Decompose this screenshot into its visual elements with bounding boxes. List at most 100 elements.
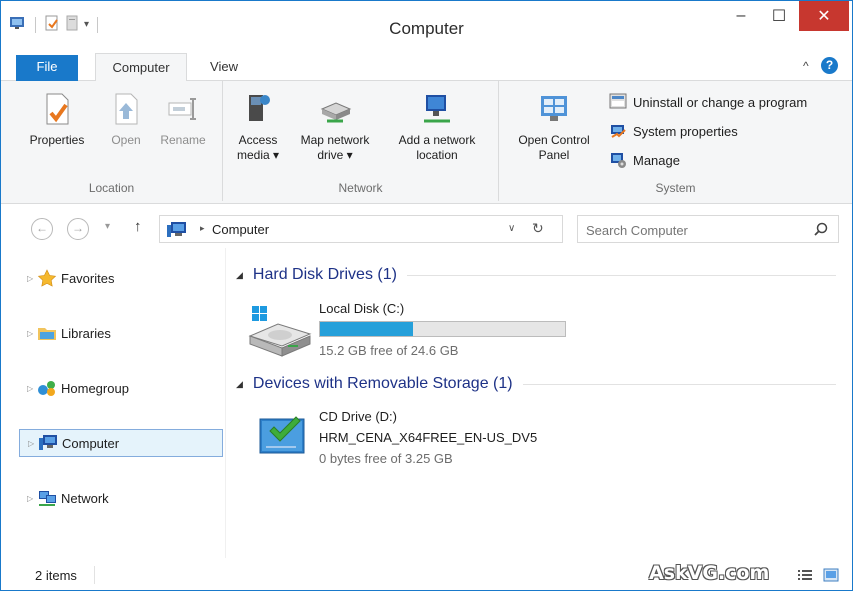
address-dropdown[interactable]: ∨ xyxy=(508,223,515,234)
status-bar: 2 items AskVG.com xyxy=(1,558,852,590)
system-properties-label: System properties xyxy=(633,123,738,139)
item-count: 2 items xyxy=(35,568,77,583)
hard-disk-icon[interactable] xyxy=(248,304,312,358)
expand-icon[interactable]: ▷ xyxy=(27,274,37,283)
collapse-ribbon-icon[interactable]: ^ xyxy=(803,59,809,73)
section-title: Devices with Removable Storage (1) xyxy=(252,375,513,392)
expand-icon[interactable]: ▷ xyxy=(27,384,37,393)
star-icon xyxy=(37,269,57,287)
homegroup-icon xyxy=(38,381,55,396)
uninstall-label: Uninstall or change a program xyxy=(633,94,808,110)
manage-button[interactable]: Manage xyxy=(609,151,680,169)
forward-button[interactable]: → xyxy=(67,218,89,240)
drive-free-space: 0 bytes free of 3.25 GB xyxy=(319,451,453,466)
tab-computer[interactable]: Computer xyxy=(95,53,187,82)
section-title: Hard Disk Drives (1) xyxy=(252,266,397,283)
disk-usage-bar xyxy=(319,321,566,337)
collapse-icon[interactable]: ◢ xyxy=(236,270,243,281)
access-media-icon xyxy=(240,91,276,127)
drive-name[interactable]: CD Drive (D:) xyxy=(319,409,397,424)
disk-usage-fill xyxy=(320,322,414,336)
up-button[interactable]: ↑ xyxy=(134,218,142,235)
nav-item-label: Network xyxy=(61,490,109,506)
explorer-window: ▾ Computer – ☐ ✕ File Computer View ^ ? … xyxy=(0,0,853,591)
add-network-location-icon xyxy=(419,91,455,127)
minimize-button[interactable]: – xyxy=(723,1,759,31)
add-network-location-button[interactable]: Add a network location xyxy=(385,87,489,163)
hard-disk-drives-header[interactable]: ◢ Hard Disk Drives (1) xyxy=(236,266,836,284)
search-input[interactable] xyxy=(586,221,806,239)
pane-splitter[interactable] xyxy=(225,248,226,558)
network-group: Access media ▾ Map network drive ▾ Add a… xyxy=(223,81,499,201)
computer-icon xyxy=(39,435,57,450)
rename-icon xyxy=(165,91,201,127)
ribbon-tabs: File Computer View xyxy=(1,53,852,82)
refresh-button[interactable]: ↻ xyxy=(532,220,544,237)
uninstall-program-button[interactable]: Uninstall or change a program xyxy=(609,93,807,111)
title-bar: ▾ Computer – ☐ ✕ xyxy=(1,1,852,53)
map-network-drive-button[interactable]: Map network drive ▾ xyxy=(287,87,383,163)
nav-item-libraries[interactable]: ▷ Libraries xyxy=(19,319,223,347)
watermark-logo: AskVG.com xyxy=(649,562,770,584)
rename-button[interactable]: Rename xyxy=(153,87,213,148)
rename-label: Rename xyxy=(160,133,206,147)
open-icon xyxy=(108,91,144,127)
add-network-label-2: location xyxy=(416,148,458,162)
maximize-button[interactable]: ☐ xyxy=(761,1,797,31)
map-drive-label-1: Map network xyxy=(300,133,370,147)
open-button[interactable]: Open xyxy=(102,87,150,148)
manage-icon xyxy=(611,153,626,168)
access-media-label-2: media ▾ xyxy=(236,148,280,162)
drive-name[interactable]: Local Disk (C:) xyxy=(319,301,404,316)
nav-item-label: Libraries xyxy=(61,325,111,341)
help-icon[interactable]: ? xyxy=(821,57,838,74)
close-button[interactable]: ✕ xyxy=(799,1,849,31)
properties-icon xyxy=(39,91,75,127)
control-panel-label-1: Open Control xyxy=(518,133,590,147)
access-media-button[interactable]: Access media ▾ xyxy=(231,87,285,163)
nav-item-favorites[interactable]: ▷ Favorites xyxy=(19,264,223,292)
nav-item-homegroup[interactable]: ▷ Homegroup xyxy=(19,374,223,402)
add-network-label-1: Add a network xyxy=(398,133,476,147)
nav-item-network[interactable]: ▷ Network xyxy=(19,484,223,512)
cd-drive-icon[interactable] xyxy=(258,413,308,457)
map-drive-label-2: drive ▾ xyxy=(317,148,353,162)
properties-button[interactable]: Properties xyxy=(23,87,91,148)
control-panel-label-2: Panel xyxy=(538,148,570,162)
nav-item-label: Favorites xyxy=(61,270,115,286)
search-box[interactable] xyxy=(577,215,839,243)
address-bar[interactable]: ▸ Computer ∨ ↻ xyxy=(159,215,563,243)
access-media-label-1: Access xyxy=(238,133,278,147)
system-properties-button[interactable]: System properties xyxy=(609,122,738,140)
drive-volume-label: HRM_CENA_X64FREE_EN-US_DV5 xyxy=(319,430,538,445)
collapse-icon[interactable]: ◢ xyxy=(236,379,243,390)
navigation-bar: ← → ▾ ↑ ▸ Computer ∨ ↻ xyxy=(1,206,852,248)
section-divider xyxy=(522,383,836,385)
removable-storage-header[interactable]: ◢ Devices with Removable Storage (1) xyxy=(236,375,836,393)
open-control-panel-button[interactable]: Open Control Panel xyxy=(505,87,603,163)
expand-icon[interactable]: ▷ xyxy=(27,494,37,503)
back-button[interactable]: ← xyxy=(31,218,53,240)
ribbon: Properties Open Rename Location Access m… xyxy=(1,81,852,204)
recent-locations-dropdown[interactable]: ▾ xyxy=(105,221,110,232)
expand-icon[interactable]: ▷ xyxy=(27,329,37,338)
tab-view[interactable]: View xyxy=(199,53,249,81)
large-icons-view-icon[interactable] xyxy=(823,568,839,582)
location-group-label: Location xyxy=(88,181,135,195)
nav-item-computer[interactable]: ▷ Computer xyxy=(19,429,223,457)
manage-label: Manage xyxy=(633,152,680,168)
control-panel-icon xyxy=(536,91,572,127)
map-drive-icon xyxy=(317,91,353,127)
section-divider xyxy=(406,274,836,276)
address-separator[interactable]: ▸ xyxy=(200,223,205,234)
drive-free-space: 15.2 GB free of 24.6 GB xyxy=(319,343,459,358)
navigation-pane: ▷ Favorites ▷ Libraries ▷ Homegroup ▷ Co… xyxy=(1,248,225,558)
details-view-icon[interactable] xyxy=(797,568,813,582)
address-path[interactable]: Computer xyxy=(212,222,269,237)
expand-icon[interactable]: ▷ xyxy=(28,439,38,448)
nav-item-label: Computer xyxy=(62,435,120,451)
nav-item-label: Homegroup xyxy=(61,380,129,396)
tab-file[interactable]: File xyxy=(16,55,78,81)
libraries-icon xyxy=(38,328,56,340)
uninstall-icon xyxy=(609,93,627,109)
